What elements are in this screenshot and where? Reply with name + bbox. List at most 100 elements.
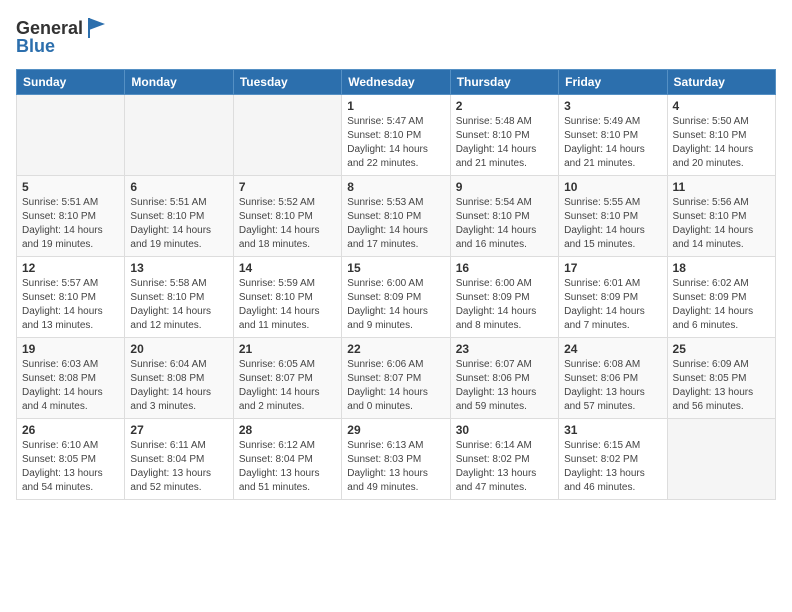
day-number: 29 [347,423,444,437]
calendar-week-row: 12 Sunrise: 5:57 AM Sunset: 8:10 PM Dayli… [17,257,776,338]
day-of-week-header: Friday [559,70,667,95]
calendar-cell: 11 Sunrise: 5:56 AM Sunset: 8:10 PM Dayli… [667,176,775,257]
calendar-cell: 12 Sunrise: 5:57 AM Sunset: 8:10 PM Dayli… [17,257,125,338]
day-number: 25 [673,342,770,356]
calendar-cell: 27 Sunrise: 6:11 AM Sunset: 8:04 PM Dayli… [125,419,233,500]
day-number: 30 [456,423,553,437]
calendar-cell: 29 Sunrise: 6:13 AM Sunset: 8:03 PM Dayli… [342,419,450,500]
day-info: Sunrise: 5:49 AM Sunset: 8:10 PM Dayligh… [564,115,661,171]
day-number: 18 [673,261,770,275]
day-info: Sunrise: 5:52 AM Sunset: 8:10 PM Dayligh… [239,196,336,252]
calendar-cell: 15Sunrise: 6:00 AM Sunset: 8:09 PM Dayli… [342,257,450,338]
day-number: 19 [22,342,119,356]
calendar-cell: 23Sunrise: 6:07 AM Sunset: 8:06 PM Dayli… [450,338,558,419]
day-info: Sunrise: 6:15 AM Sunset: 8:02 PM Dayligh… [564,439,661,495]
day-of-week-header: Wednesday [342,70,450,95]
calendar-cell: 24 Sunrise: 6:08 AM Sunset: 8:06 PM Dayli… [559,338,667,419]
calendar-cell: 25Sunrise: 6:09 AM Sunset: 8:05 PM Dayli… [667,338,775,419]
calendar-week-row: 26 Sunrise: 6:10 AM Sunset: 8:05 PM Dayli… [17,419,776,500]
day-info: Sunrise: 6:08 AM Sunset: 8:06 PM Dayligh… [564,358,661,414]
day-of-week-header: Thursday [450,70,558,95]
day-number: 11 [673,180,770,194]
day-number: 3 [564,99,661,113]
day-number: 14 [239,261,336,275]
day-info: Sunrise: 6:12 AM Sunset: 8:04 PM Dayligh… [239,439,336,495]
day-number: 8 [347,180,444,194]
calendar-cell [667,419,775,500]
day-number: 24 [564,342,661,356]
calendar-cell: 16Sunrise: 6:00 AM Sunset: 8:09 PM Dayli… [450,257,558,338]
day-info: Sunrise: 5:53 AM Sunset: 8:10 PM Dayligh… [347,196,444,252]
calendar-cell: 21 Sunrise: 6:05 AM Sunset: 8:07 PM Dayli… [233,338,341,419]
day-number: 5 [22,180,119,194]
calendar-header-row: SundayMondayTuesdayWednesdayThursdayFrid… [17,70,776,95]
day-number: 17 [564,261,661,275]
calendar-cell: 1Sunrise: 5:47 AM Sunset: 8:10 PM Daylig… [342,95,450,176]
calendar-cell: 5 Sunrise: 5:51 AM Sunset: 8:10 PM Daylig… [17,176,125,257]
calendar-cell: 18 Sunrise: 6:02 AM Sunset: 8:09 PM Dayli… [667,257,775,338]
day-info: Sunrise: 6:03 AM Sunset: 8:08 PM Dayligh… [22,358,119,414]
day-number: 10 [564,180,661,194]
calendar-cell: 22 Sunrise: 6:06 AM Sunset: 8:07 PM Dayli… [342,338,450,419]
day-number: 21 [239,342,336,356]
calendar-cell [233,95,341,176]
day-number: 28 [239,423,336,437]
day-info: Sunrise: 5:57 AM Sunset: 8:10 PM Dayligh… [22,277,119,333]
day-info: Sunrise: 5:51 AM Sunset: 8:10 PM Dayligh… [22,196,119,252]
day-number: 31 [564,423,661,437]
day-info: Sunrise: 6:06 AM Sunset: 8:07 PM Dayligh… [347,358,444,414]
day-info: Sunrise: 5:56 AM Sunset: 8:10 PM Dayligh… [673,196,770,252]
day-info: Sunrise: 6:02 AM Sunset: 8:09 PM Dayligh… [673,277,770,333]
day-info: Sunrise: 6:13 AM Sunset: 8:03 PM Dayligh… [347,439,444,495]
day-number: 2 [456,99,553,113]
day-number: 26 [22,423,119,437]
calendar-cell: 3 Sunrise: 5:49 AM Sunset: 8:10 PM Daylig… [559,95,667,176]
calendar-cell: 7 Sunrise: 5:52 AM Sunset: 8:10 PM Daylig… [233,176,341,257]
day-info: Sunrise: 5:48 AM Sunset: 8:10 PM Dayligh… [456,115,553,171]
calendar-cell: 20Sunrise: 6:04 AM Sunset: 8:08 PM Dayli… [125,338,233,419]
day-of-week-header: Monday [125,70,233,95]
day-info: Sunrise: 5:58 AM Sunset: 8:10 PM Dayligh… [130,277,227,333]
calendar-cell: 30Sunrise: 6:14 AM Sunset: 8:02 PM Dayli… [450,419,558,500]
logo-flag-icon [85,16,109,40]
day-number: 16 [456,261,553,275]
day-info: Sunrise: 5:51 AM Sunset: 8:10 PM Dayligh… [130,196,227,252]
day-info: Sunrise: 6:05 AM Sunset: 8:07 PM Dayligh… [239,358,336,414]
calendar-week-row: 5 Sunrise: 5:51 AM Sunset: 8:10 PM Daylig… [17,176,776,257]
calendar-cell: 14 Sunrise: 5:59 AM Sunset: 8:10 PM Dayli… [233,257,341,338]
calendar-cell: 31 Sunrise: 6:15 AM Sunset: 8:02 PM Dayli… [559,419,667,500]
day-number: 7 [239,180,336,194]
day-number: 6 [130,180,227,194]
day-number: 9 [456,180,553,194]
day-info: Sunrise: 5:59 AM Sunset: 8:10 PM Dayligh… [239,277,336,333]
day-info: Sunrise: 5:47 AM Sunset: 8:10 PM Dayligh… [347,115,444,171]
day-info: Sunrise: 6:10 AM Sunset: 8:05 PM Dayligh… [22,439,119,495]
day-number: 27 [130,423,227,437]
calendar-cell: 26 Sunrise: 6:10 AM Sunset: 8:05 PM Dayli… [17,419,125,500]
day-info: Sunrise: 5:50 AM Sunset: 8:10 PM Dayligh… [673,115,770,171]
calendar-week-row: 19 Sunrise: 6:03 AM Sunset: 8:08 PM Dayli… [17,338,776,419]
calendar-cell: 17 Sunrise: 6:01 AM Sunset: 8:09 PM Dayli… [559,257,667,338]
day-of-week-header: Saturday [667,70,775,95]
day-info: Sunrise: 6:11 AM Sunset: 8:04 PM Dayligh… [130,439,227,495]
calendar-cell: 28 Sunrise: 6:12 AM Sunset: 8:04 PM Dayli… [233,419,341,500]
day-info: Sunrise: 5:55 AM Sunset: 8:10 PM Dayligh… [564,196,661,252]
logo: General Blue [16,16,109,57]
day-number: 12 [22,261,119,275]
day-number: 23 [456,342,553,356]
calendar-cell: 10 Sunrise: 5:55 AM Sunset: 8:10 PM Dayli… [559,176,667,257]
day-info: Sunrise: 5:54 AM Sunset: 8:10 PM Dayligh… [456,196,553,252]
day-number: 15 [347,261,444,275]
calendar-cell: 19 Sunrise: 6:03 AM Sunset: 8:08 PM Dayli… [17,338,125,419]
calendar-cell [17,95,125,176]
calendar-cell: 9 Sunrise: 5:54 AM Sunset: 8:10 PM Daylig… [450,176,558,257]
calendar-cell [125,95,233,176]
day-of-week-header: Sunday [17,70,125,95]
calendar-week-row: 1Sunrise: 5:47 AM Sunset: 8:10 PM Daylig… [17,95,776,176]
day-number: 22 [347,342,444,356]
day-number: 13 [130,261,227,275]
calendar-cell: 6 Sunrise: 5:51 AM Sunset: 8:10 PM Daylig… [125,176,233,257]
calendar-cell: 8 Sunrise: 5:53 AM Sunset: 8:10 PM Daylig… [342,176,450,257]
day-info: Sunrise: 6:01 AM Sunset: 8:09 PM Dayligh… [564,277,661,333]
calendar-cell: 4Sunrise: 5:50 AM Sunset: 8:10 PM Daylig… [667,95,775,176]
